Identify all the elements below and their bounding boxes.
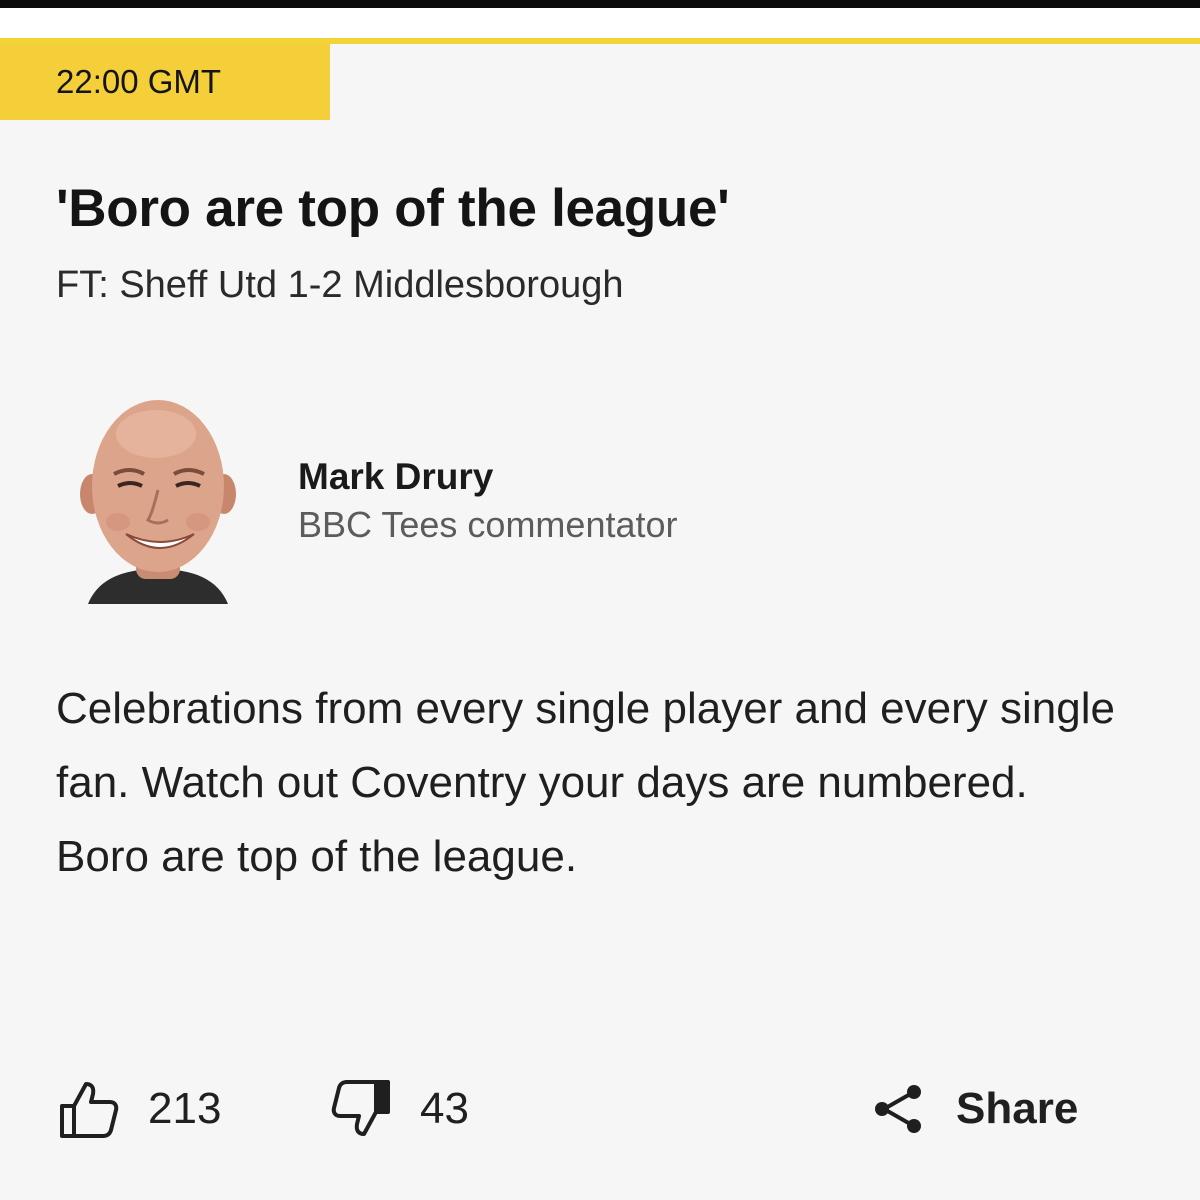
author-name: Mark Drury (298, 456, 494, 497)
share-label: Share (956, 1084, 1079, 1133)
reaction-bar: 213 43 Share (0, 1074, 1200, 1144)
avatar-photo (80, 400, 236, 604)
post-headline: 'Boro are top of the league' (56, 179, 730, 238)
live-post-card: 22:00 GMT 'Boro are top of the league' F… (0, 38, 1200, 1200)
author-avatar (78, 394, 238, 604)
post-body: Celebrations from every single player an… (56, 684, 1115, 881)
thumbs-up-icon (60, 1082, 119, 1138)
thumbs-down-icon (331, 1080, 390, 1136)
dislike-count: 43 (420, 1084, 469, 1133)
top-edge-bar (0, 0, 1200, 8)
share-button[interactable]: Share (870, 1074, 1078, 1144)
like-button[interactable]: 213 (58, 1074, 221, 1144)
match-result: FT: Sheff Utd 1-2 Middlesborough (56, 264, 624, 306)
author-role: BBC Tees commentator (298, 504, 678, 545)
share-icon (875, 1085, 921, 1133)
time-badge: 22:00 GMT (0, 44, 330, 120)
dislike-button[interactable]: 43 (330, 1074, 469, 1144)
screenshot-frame: 22:00 GMT 'Boro are top of the league' F… (0, 0, 1200, 1200)
like-count: 213 (148, 1084, 222, 1133)
